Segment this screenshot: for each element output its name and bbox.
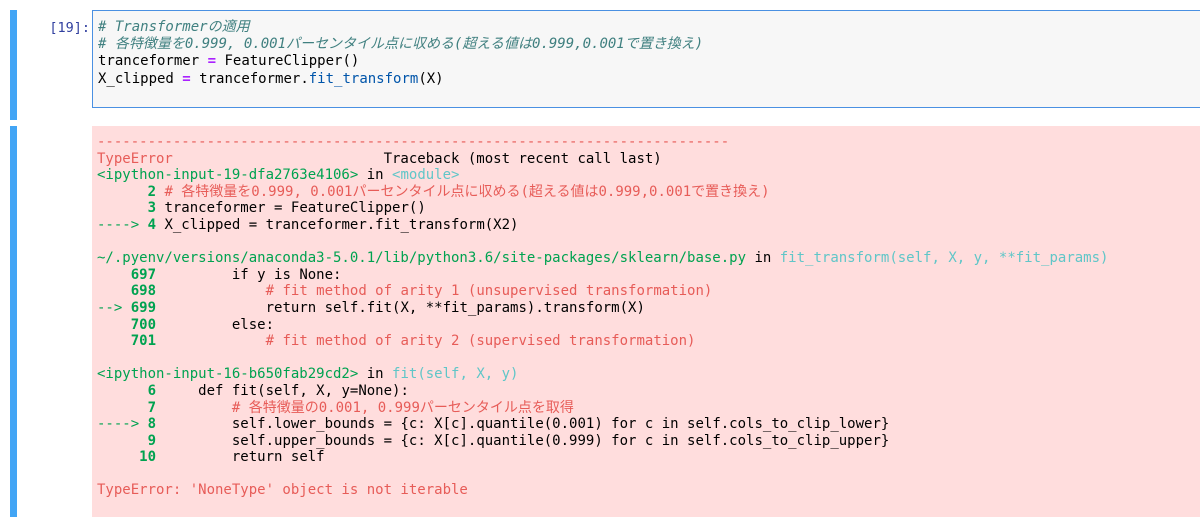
line-number: 9 — [147, 432, 157, 449]
line-code: # 各特徴量の0.001, 0.999パーセンタイル点を取得 — [164, 399, 574, 416]
line-marker — [97, 184, 148, 200]
code-line-4: X_clipped = tranceformer.fit_transform(X… — [98, 70, 444, 87]
code-line-3: tranceformer = FeatureClipper() — [98, 53, 360, 70]
traceback-line: 9 self.upper_bounds = {c: X[c].quantile(… — [97, 433, 1200, 450]
line-code: self.upper_bounds = {c: X[c].quantile(0.… — [164, 432, 890, 449]
line-marker: ----> — [97, 216, 148, 233]
frame-in-word: in — [754, 250, 772, 267]
line-marker — [97, 267, 131, 283]
line-number: 3 — [147, 200, 157, 217]
frame-in-word: in — [366, 366, 384, 383]
code-line-1: # Transformerの適用 — [98, 19, 250, 35]
frame-function: fit(self, X, y) — [392, 366, 519, 383]
traceback-header: Traceback (most recent call last) — [383, 150, 662, 167]
line-marker — [97, 317, 131, 333]
code-line-2: # 各特徴量を0.999, 0.001パーセンタイル点に収める(超える値は0.9… — [98, 36, 704, 53]
line-code: else: — [164, 316, 275, 333]
frame-location-line: <ipython-input-19-dfa2763e4106> in <modu… — [97, 167, 1200, 184]
line-number: 4 — [147, 216, 157, 233]
line-marker — [97, 433, 148, 449]
frame-function: fit_transform(self, X, y, **fit_params) — [779, 250, 1109, 267]
frame-location-line: <ipython-input-16-b650fab29cd2> in fit(s… — [97, 366, 1200, 383]
traceback-separator: ----------------------------------------… — [97, 134, 730, 150]
traceback-line: 2 # 各特徴量を0.999, 0.001パーセンタイル点に収める(超える値は0… — [97, 184, 1200, 201]
line-marker — [97, 449, 139, 465]
line-code: return self.fit(X, **fit_params).transfo… — [164, 299, 645, 316]
code-editor[interactable]: # Transformerの適用 # 各特徴量を0.999, 0.001パーセン… — [92, 10, 1200, 108]
line-number: 8 — [147, 416, 157, 433]
traceback-line: 10 return self — [97, 449, 1200, 466]
output-cell: ----------------------------------------… — [0, 126, 1200, 517]
line-marker: ----> — [97, 416, 148, 433]
line-marker — [97, 200, 148, 216]
final-error-line: TypeError: 'NoneType' object is not iter… — [97, 482, 1200, 499]
line-code: return self — [164, 449, 325, 466]
line-number: 699 — [130, 299, 157, 316]
frame-location: <ipython-input-16-b650fab29cd2> — [97, 366, 359, 383]
line-number: 2 — [147, 183, 157, 200]
line-code: # fit method of arity 2 (supervised tran… — [164, 333, 696, 350]
line-code: # 各特徴量を0.999, 0.001パーセンタイル点に収める(超える値は0.9… — [164, 183, 770, 200]
frame-function: <module> — [392, 167, 460, 184]
frame-location: <ipython-input-19-dfa2763e4106> — [97, 167, 359, 184]
line-number: 697 — [130, 266, 157, 283]
input-cell[interactable]: [19]: # Transformerの適用 # 各特徴量を0.999, 0.0… — [0, 10, 1200, 120]
line-marker — [97, 400, 148, 416]
traceback-line: 3 tranceformer = FeatureClipper() — [97, 200, 1200, 217]
traceback-line: 697 if y is None: — [97, 267, 1200, 284]
line-code: self.lower_bounds = {c: X[c].quantile(0.… — [164, 416, 890, 433]
traceback-line: --> 699 return self.fit(X, **fit_params)… — [97, 300, 1200, 317]
traceback-line: 7 # 各特徴量の0.001, 0.999パーセンタイル点を取得 — [97, 400, 1200, 417]
line-number: 7 — [147, 399, 157, 416]
line-number: 698 — [130, 283, 157, 300]
line-marker: --> — [97, 299, 131, 316]
traceback-line: 701 # fit method of arity 2 (supervised … — [97, 333, 1200, 350]
frame-in-word: in — [366, 167, 384, 184]
line-code: def fit(self, X, y=None): — [164, 382, 409, 399]
line-marker — [97, 283, 131, 299]
traceback-line: ----> 4 X_clipped = tranceformer.fit_tra… — [97, 217, 1200, 234]
line-number: 701 — [130, 333, 157, 350]
line-number: 700 — [130, 316, 157, 333]
line-code: if y is None: — [164, 266, 342, 283]
traceback-line: 698 # fit method of arity 1 (unsupervise… — [97, 283, 1200, 300]
error-name: TypeError — [97, 150, 173, 167]
traceback-header-line: TypeError Traceback (most recent call la… — [97, 151, 1200, 168]
line-marker — [97, 333, 131, 349]
cell-selection-bar — [10, 10, 17, 120]
traceback-line: 6 def fit(self, X, y=None): — [97, 383, 1200, 400]
line-code: X_clipped = tranceformer.fit_transform(X… — [164, 216, 519, 233]
input-prompt: [19]: — [49, 20, 90, 36]
line-marker — [97, 383, 148, 399]
traceback-line: 700 else: — [97, 317, 1200, 334]
line-code: # fit method of arity 1 (unsupervised tr… — [164, 283, 713, 300]
traceback-line: ----> 8 self.lower_bounds = {c: X[c].qua… — [97, 416, 1200, 433]
frame-location-line: ~/.pyenv/versions/anaconda3-5.0.1/lib/py… — [97, 250, 1200, 267]
line-number: 10 — [139, 449, 157, 466]
frame-location: ~/.pyenv/versions/anaconda3-5.0.1/lib/py… — [97, 250, 747, 267]
line-number: 6 — [147, 382, 157, 399]
line-code: tranceformer = FeatureClipper() — [164, 200, 426, 217]
final-error: TypeError: 'NoneType' object is not iter… — [97, 482, 468, 499]
output-selection-bar — [10, 126, 17, 517]
error-traceback: ----------------------------------------… — [92, 126, 1200, 517]
